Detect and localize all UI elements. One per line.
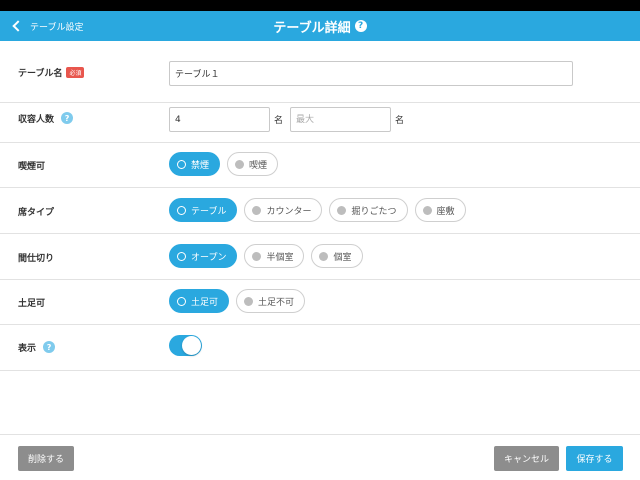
row-table-name: テーブル名 必須 [0,41,640,103]
display-label: 表示 ? [18,340,56,354]
radio-icon [252,251,262,261]
seat-type-options: テーブル カウンター 掘りごたつ 座敷 [169,198,466,222]
required-badge: 必須 [66,67,85,78]
radio-icon [177,159,186,169]
partition-options: オープン 半個室 個室 [169,244,363,268]
capacity-min-unit: 名 [274,116,284,126]
toggle-knob [182,336,201,355]
table-name-label-text: テーブル名 [18,69,63,79]
save-button[interactable]: 保存する [566,446,623,471]
delete-button[interactable]: 削除する [18,446,74,471]
capacity-help-icon[interactable]: ? [61,112,74,124]
display-help-icon[interactable]: ? [43,341,56,353]
row-partition: 間仕切り オープン 半個室 個室 [0,234,640,280]
partition-option-private[interactable]: 個室 [311,244,363,268]
capacity-min-input[interactable] [169,107,270,132]
help-icon[interactable]: ? [354,20,367,32]
radio-icon [252,205,262,215]
seat-type-option-table[interactable]: テーブル [169,198,238,222]
option-label: 掘りごたつ [351,206,397,217]
row-display: 表示 ? [0,325,640,371]
nav-bar: テーブル設定 テーブル詳細 ? [0,11,640,41]
option-label: 喫煙 [249,160,268,171]
option-label: 土足可 [191,297,219,308]
radio-icon [177,251,186,261]
table-name-label: テーブル名 必須 [18,66,85,79]
option-label: カウンター [266,206,312,217]
seat-type-option-horigotatsu[interactable]: 掘りごたつ [329,198,408,222]
partition-option-semi-private[interactable]: 半個室 [244,244,305,268]
option-label: 土足不可 [258,297,295,308]
row-smoking: 喫煙可 禁煙 喫煙 [0,143,640,188]
radio-icon [244,296,254,306]
page-title-text: テーブル詳細 [273,20,351,36]
seat-type-option-counter[interactable]: カウンター [244,198,323,222]
radio-icon [319,251,329,261]
option-label: 禁煙 [191,160,210,171]
partition-option-open[interactable]: オープン [169,244,238,268]
row-capacity: 収容人数 ? 名 名 [0,103,640,143]
table-name-input[interactable] [169,61,573,86]
page-title: テーブル詳細 ? [0,11,640,41]
smoking-option-no-smoking[interactable]: 禁煙 [169,152,221,176]
radio-icon [235,159,245,169]
shoes-option-not-allowed[interactable]: 土足不可 [236,289,306,313]
capacity-label: 収容人数 ? [18,111,74,125]
capacity-max-unit: 名 [395,116,405,126]
shoes-option-allowed[interactable]: 土足可 [169,289,230,313]
option-label: テーブル [191,206,227,217]
display-label-text: 表示 [18,343,37,354]
row-seat-type: 席タイプ テーブル カウンター 掘りごたつ 座敷 [0,188,640,234]
radio-icon [337,205,347,215]
seat-type-label: 席タイプ [18,208,55,218]
partition-label: 間仕切り [18,254,55,264]
radio-icon [422,205,432,215]
smoking-label: 喫煙可 [18,162,46,172]
smoking-options: 禁煙 喫煙 [169,152,279,176]
radio-icon [177,296,186,306]
option-label: オープン [191,252,227,263]
shoes-label: 土足可 [18,299,46,309]
radio-icon [177,205,186,215]
status-bar [0,0,640,11]
shoes-options: 土足可 土足不可 [169,289,306,313]
capacity-label-text: 収容人数 [18,114,55,125]
cancel-button[interactable]: キャンセル [494,446,559,471]
option-label: 半個室 [266,252,294,263]
capacity-max-input[interactable] [290,107,391,132]
row-shoes: 土足可 土足可 土足不可 [0,280,640,325]
smoking-option-smoking[interactable]: 喫煙 [227,152,279,176]
seat-type-option-zashiki[interactable]: 座敷 [414,198,466,222]
option-label: 個室 [333,252,352,263]
option-label: 座敷 [436,206,455,217]
footer-bar: 削除する キャンセル 保存する [0,434,640,480]
display-toggle[interactable] [169,335,202,356]
